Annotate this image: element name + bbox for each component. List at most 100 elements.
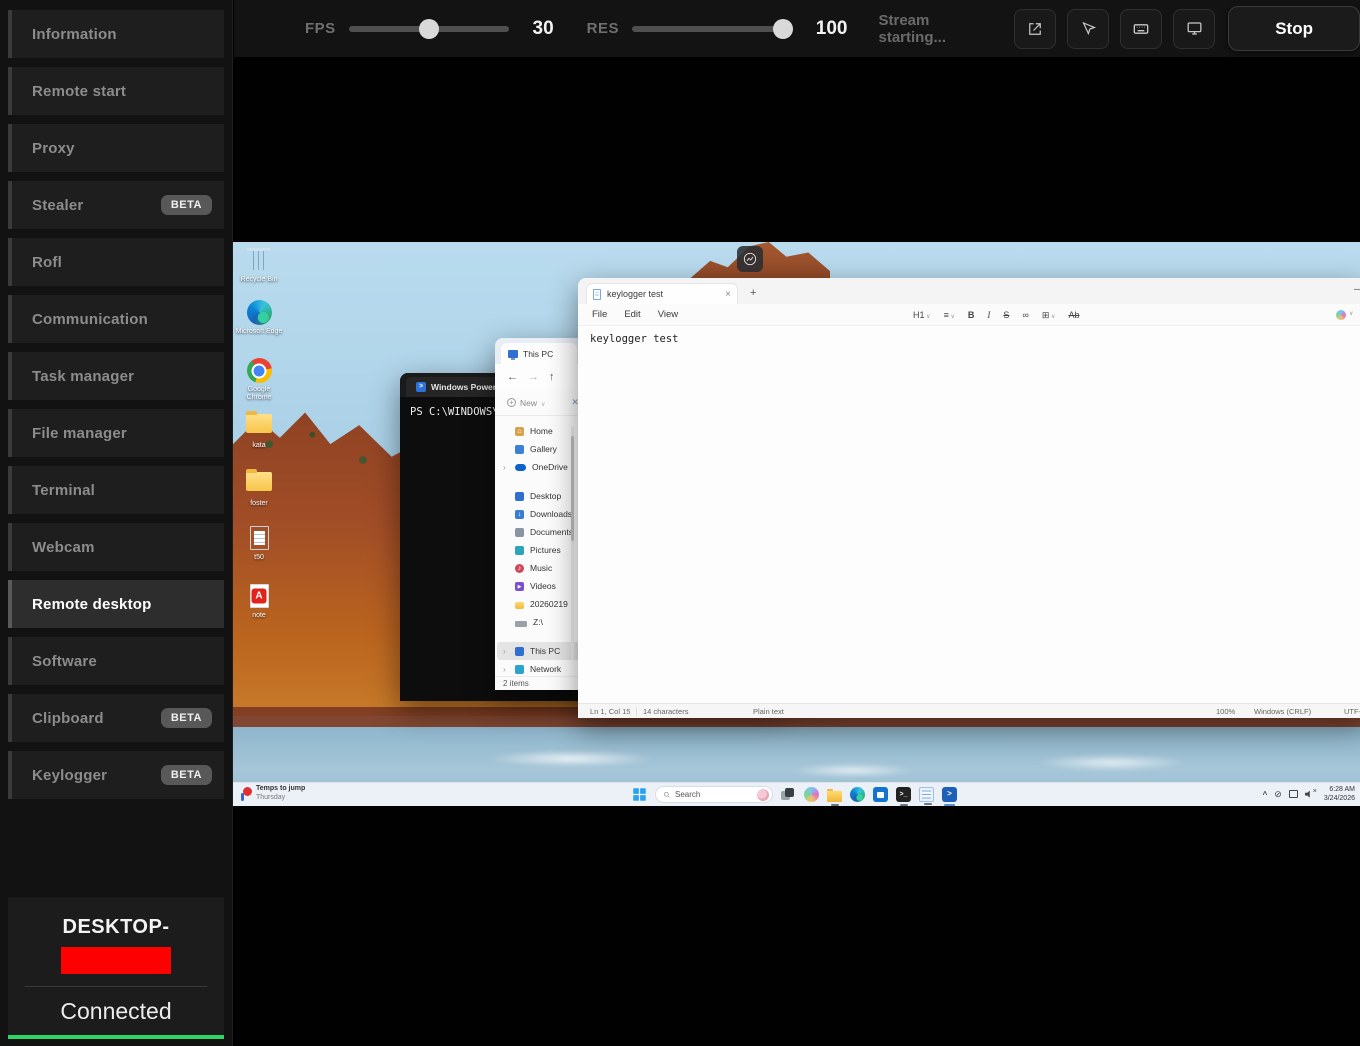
desktop-icon-edge[interactable]: Microsoft Edge (235, 300, 283, 336)
beta-badge: BETA (161, 765, 212, 785)
monitor-button[interactable] (1173, 9, 1215, 49)
copilot-icon[interactable] (1336, 310, 1346, 320)
task-view-button[interactable] (781, 787, 796, 802)
zoom-level: 100% (1216, 707, 1235, 716)
copilot-taskbar-icon[interactable] (804, 787, 819, 802)
menu-edit[interactable]: Edit (624, 309, 640, 320)
list-tool-icon[interactable]: ≡ (944, 310, 955, 320)
drive-icon (515, 621, 527, 627)
connection-status: Connected (8, 998, 224, 1025)
sidebar-item-label: Remote desktop (32, 596, 152, 613)
powershell-taskbar-icon[interactable] (942, 787, 957, 802)
cast-icon[interactable] (1289, 790, 1298, 798)
sidebar-item-label: Proxy (32, 140, 75, 157)
desktop-icon-folder-1[interactable]: kata (235, 410, 283, 450)
menu-view[interactable]: View (658, 309, 678, 320)
keyboard-icon (1131, 19, 1151, 39)
sidebar-item-label: Information (32, 26, 117, 43)
chrome-icon (247, 358, 272, 383)
res-slider[interactable] (632, 19, 792, 39)
link-tool-icon[interactable]: ∞ (1022, 310, 1028, 320)
stop-stream-button[interactable]: Stop (1228, 6, 1360, 51)
desktop-icon-chrome[interactable]: Google Chrome (235, 358, 283, 402)
store-taskbar-icon[interactable] (873, 787, 888, 802)
fps-slider-thumb[interactable] (419, 19, 439, 39)
forward-icon[interactable] (528, 371, 539, 383)
strikethrough-tool[interactable]: S (1003, 310, 1009, 320)
sidebar-item-file-manager[interactable]: File manager (8, 409, 224, 457)
sidebar-item-stealer[interactable]: StealerBETA (8, 181, 224, 229)
desktop-icon (515, 492, 524, 501)
sidebar-item-terminal[interactable]: Terminal (8, 466, 224, 514)
desktop-icon-pdf[interactable]: note (235, 583, 283, 620)
table-tool-icon[interactable]: ⊞ (1042, 310, 1056, 321)
italic-tool[interactable]: I (987, 310, 990, 320)
res-slider-thumb[interactable] (773, 19, 793, 39)
back-icon[interactable] (507, 371, 518, 383)
remote-desktop-view[interactable]: Recycle Bin Microsoft Edge Google Chrome… (233, 242, 1360, 806)
desktop-icon-recycle-bin[interactable]: Recycle Bin (235, 246, 283, 284)
sidebar-item-rofl[interactable]: Rofl (8, 238, 224, 286)
sidebar-item-remote-start[interactable]: Remote start (8, 67, 224, 115)
remote-keyboard-button[interactable] (1120, 9, 1162, 49)
new-button[interactable]: New (507, 398, 545, 408)
minimize-icon[interactable] (1354, 284, 1360, 295)
remote-cursor-button[interactable] (1067, 9, 1109, 49)
bold-tool[interactable]: B (968, 310, 975, 320)
stream-snapshot-overlay-button[interactable] (737, 246, 763, 272)
sidebar-item-label: Remote start (32, 83, 126, 100)
sidebar-item-label: Communication (32, 311, 148, 328)
scrollbar-thumb[interactable] (571, 436, 574, 541)
terminal-taskbar-icon[interactable] (896, 787, 911, 802)
notepad-tab[interactable]: keylogger test (586, 283, 738, 304)
notepad-taskbar-icon[interactable] (919, 787, 934, 802)
pictures-icon (515, 546, 524, 555)
desktop-icon-folder-2[interactable]: foster (235, 468, 283, 508)
open-external-button[interactable] (1014, 9, 1056, 49)
clear-format-tool[interactable]: Ab (1068, 310, 1079, 320)
sidebar-item-label: Terminal (32, 482, 95, 499)
sidebar-item-task-manager[interactable]: Task manager (8, 352, 224, 400)
sidebar-item-information[interactable]: Information (8, 10, 224, 58)
text-document-icon (250, 526, 269, 550)
fps-slider[interactable] (349, 19, 509, 39)
edge-taskbar-icon[interactable] (850, 787, 865, 802)
taskbar-search[interactable]: Search (655, 786, 773, 803)
chevron-right-icon (503, 647, 506, 656)
sidebar-item-webcam[interactable]: Webcam (8, 523, 224, 571)
plus-icon (507, 398, 516, 407)
sidebar-item-keylogger[interactable]: Keylogger BETA (8, 751, 224, 799)
image-icon (742, 251, 758, 267)
res-slider-track[interactable] (632, 26, 792, 32)
tray-expand-icon[interactable] (1263, 790, 1268, 799)
disabled-device-icon[interactable] (1274, 789, 1282, 800)
encoding: UTF-8 (1344, 707, 1360, 716)
music-icon (515, 564, 524, 573)
sidebar-item-software[interactable]: Software (8, 637, 224, 685)
new-tab-button[interactable] (750, 287, 756, 299)
sidebar-item-communication[interactable]: Communication (8, 295, 224, 343)
start-button[interactable] (632, 787, 647, 802)
notepad-titlebar[interactable]: keylogger test (578, 278, 1360, 304)
menu-file[interactable]: File (592, 309, 607, 320)
explorer-tab-this-pc[interactable]: This PC (501, 343, 577, 364)
stream-status-text: Stream starting... (879, 12, 998, 46)
up-icon[interactable] (549, 371, 555, 383)
desktop-icon-document[interactable]: t50 (235, 525, 283, 562)
heading-tool[interactable]: H1 (913, 310, 931, 320)
weather-widget[interactable]: Temps to jump Thursday (240, 785, 305, 803)
file-explorer-taskbar-icon[interactable] (827, 791, 842, 802)
tab-close-icon[interactable] (725, 289, 731, 300)
volume-muted-icon[interactable] (1305, 790, 1317, 799)
notepad-window[interactable]: keylogger test File Edit View H1 ≡ B I S… (578, 278, 1360, 718)
sidebar-item-remote-desktop[interactable]: Remote desktop (8, 580, 224, 628)
notepad-text-area[interactable]: keylogger test (578, 326, 1360, 690)
folder-icon (515, 602, 524, 609)
explorer-scrollbar[interactable] (571, 426, 574, 661)
sidebar-item-label: Keylogger (32, 767, 107, 784)
open-external-icon (1026, 20, 1044, 38)
text-mode: Plain text (753, 707, 784, 716)
sidebar-item-proxy[interactable]: Proxy (8, 124, 224, 172)
sidebar-item-clipboard[interactable]: ClipboardBETA (8, 694, 224, 742)
taskbar-clock[interactable]: 6:28 AM 3/24/2026 (1324, 785, 1355, 803)
